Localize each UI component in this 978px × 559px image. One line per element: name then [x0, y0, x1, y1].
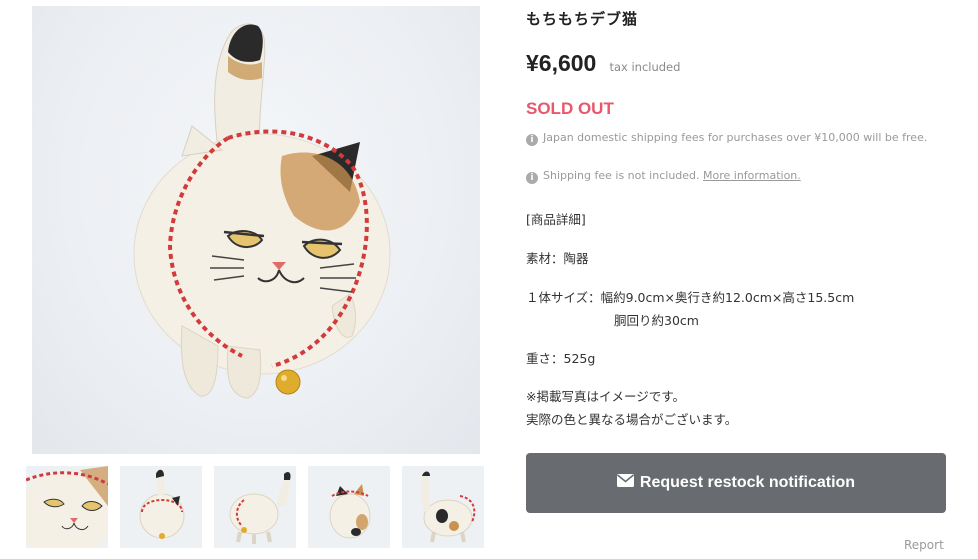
thumbnail-1[interactable]	[26, 466, 108, 548]
product-price: ¥6,600	[526, 50, 597, 76]
envelope-icon	[616, 474, 634, 492]
thumbnail-5[interactable]	[402, 466, 484, 548]
price-row: ¥6,600 tax included	[526, 50, 680, 77]
info-circle-icon: i	[526, 172, 538, 184]
girth-text: 胴回り約30cm	[614, 313, 699, 328]
info-circle-icon: i	[526, 134, 538, 146]
product-title: もちもちデブ猫	[526, 10, 639, 28]
image-note-text: ※掲載写真はイメージです。	[526, 389, 685, 404]
free-shipping-text: Japan domestic shipping fees for purchas…	[543, 131, 928, 144]
color-note-text: 実際の色と異なる場合がございます。	[526, 412, 738, 427]
product-gallery	[0, 0, 500, 559]
size-text: １体サイズ：幅約9.0cm×奥行き約12.0cm×高さ15.5cm	[526, 290, 855, 305]
free-shipping-notice: i Japan domestic shipping fees for purcha…	[526, 130, 936, 146]
weight-text: 重さ：525g	[526, 351, 596, 366]
shipping-fee-notice: i Shipping fee is not included. More info…	[526, 168, 801, 184]
thumbnail-2[interactable]	[120, 466, 202, 548]
thumbnail-4[interactable]	[308, 466, 390, 548]
sold-out-badge: SOLD OUT	[526, 99, 614, 118]
details-section-header: [商品詳細]	[526, 212, 586, 227]
material-text: 素材：陶器	[526, 251, 589, 266]
report-link[interactable]: Report	[904, 538, 944, 552]
more-information-link[interactable]: More information.	[703, 169, 801, 182]
shipping-fee-text: Shipping fee is not included.	[543, 169, 700, 182]
request-restock-label: Request restock notification	[639, 474, 856, 491]
thumbnail-3[interactable]	[214, 466, 296, 548]
request-restock-button[interactable]: Request restock notification	[526, 453, 946, 513]
product-main-image[interactable]	[32, 6, 480, 454]
tax-note: tax included	[609, 60, 681, 74]
